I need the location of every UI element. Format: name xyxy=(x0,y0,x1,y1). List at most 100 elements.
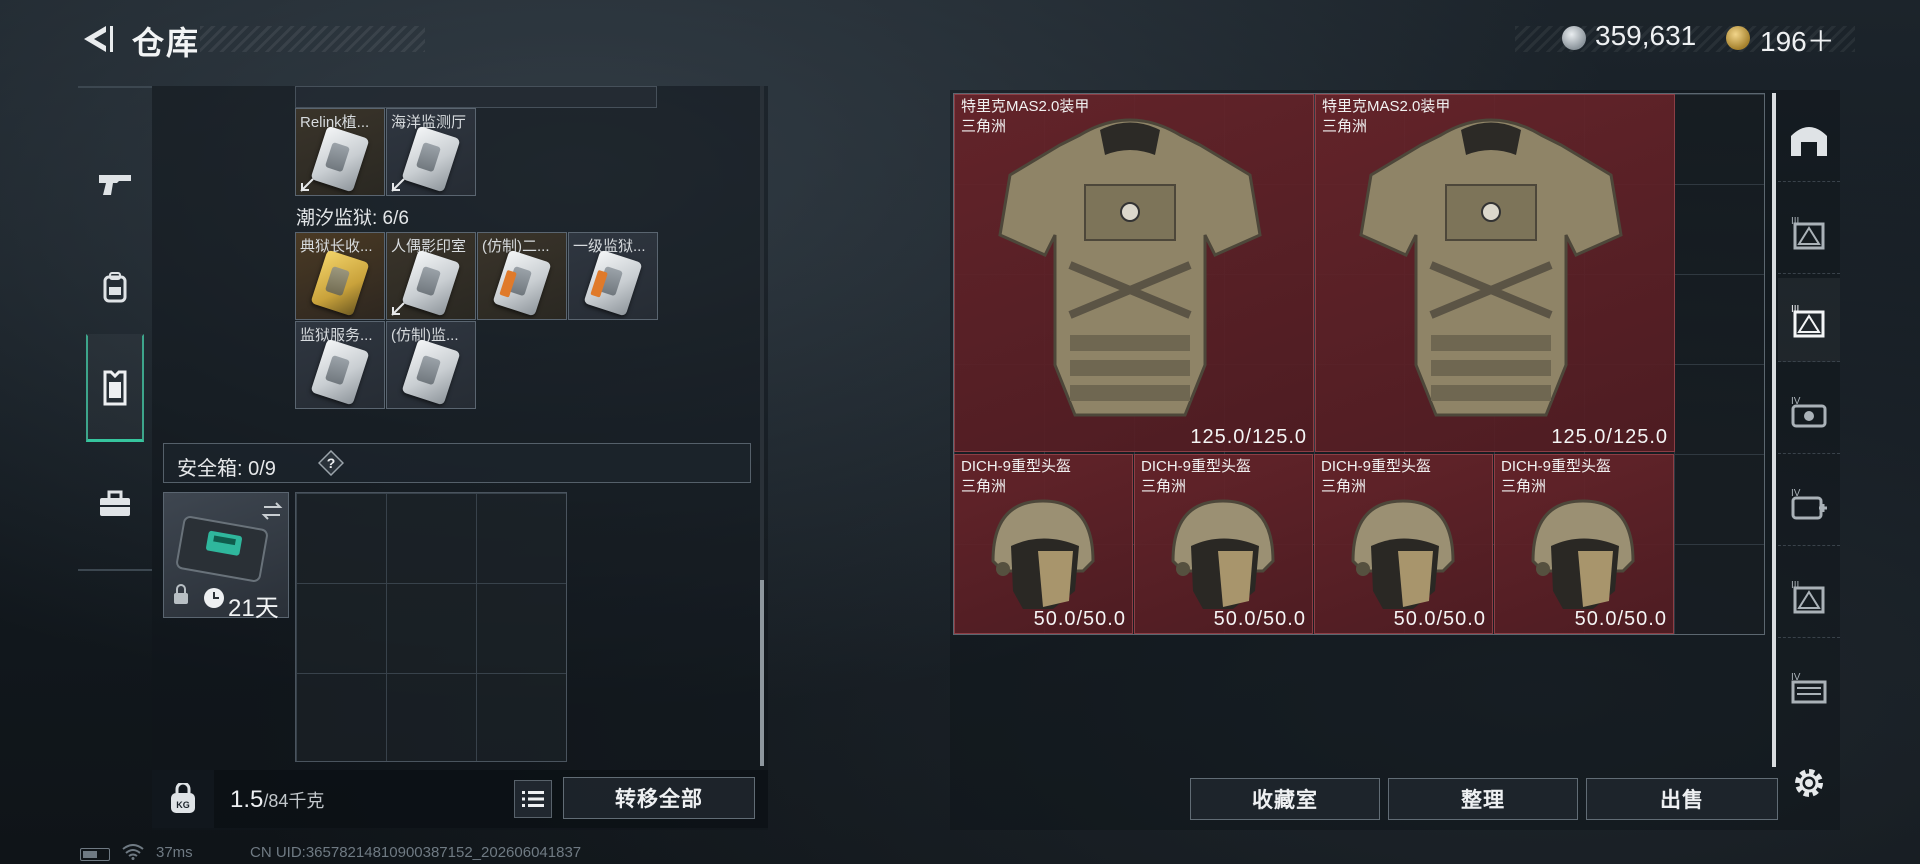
helmet-icon xyxy=(991,499,1095,609)
transfer-all-button[interactable]: 转移全部 xyxy=(563,777,755,819)
gold-currency-value[interactable]: 196＋ xyxy=(1760,20,1835,60)
body-armor-icon xyxy=(1359,118,1623,417)
uid-text: CN UID:3657821481090038715​2_20260604183… xyxy=(250,844,582,861)
safe-box-label: 安全箱: 0/9 xyxy=(177,458,276,480)
item-durability: 125.0/125.0 xyxy=(1190,426,1307,448)
helmet-item[interactable]: DICH-9重型头盔 三角洲 50.0/50.0 xyxy=(1494,454,1674,634)
bound-icon xyxy=(391,302,405,316)
item-name: DICH-9重型头盔 xyxy=(1141,458,1252,475)
armor-item[interactable]: 特里克MAS2.0装甲 三角洲 125.0/125.0 xyxy=(954,94,1314,452)
gold-coin-icon xyxy=(1726,26,1750,50)
item-durability: 50.0/50.0 xyxy=(1393,608,1486,630)
ping-readout: 37ms xyxy=(156,844,193,861)
keycard-image xyxy=(583,249,643,317)
helmet-item[interactable]: DICH-9重型头盔 三角洲 50.0/50.0 xyxy=(954,454,1133,634)
tab-container-3[interactable]: IV xyxy=(1778,370,1840,454)
back-arrow-icon[interactable] xyxy=(80,22,114,56)
keycard-label: (仿制)监... xyxy=(391,327,459,344)
tab-container-4[interactable]: IV xyxy=(1778,462,1840,546)
tab-safehouse[interactable] xyxy=(1778,98,1840,182)
silver-coin-icon xyxy=(1562,26,1586,50)
help-icon[interactable]: ? xyxy=(318,450,344,476)
bound-icon xyxy=(300,178,314,192)
previous-section-grid xyxy=(295,86,657,108)
tier-IV-medkit-icon: IV xyxy=(1791,488,1827,519)
keycard-image xyxy=(310,125,370,193)
sell-button[interactable]: 出售 xyxy=(1586,778,1778,820)
safehouse-icon xyxy=(1791,126,1827,156)
keycard-slot[interactable]: 一级监狱... xyxy=(568,232,658,320)
svg-text:KG: KG xyxy=(176,800,190,810)
weight-capacity: /84千克 xyxy=(263,791,325,811)
container-scroll-thumb[interactable] xyxy=(1772,93,1776,767)
item-durability: 50.0/50.0 xyxy=(1574,608,1667,630)
keycard-image xyxy=(492,249,552,317)
wifi-icon xyxy=(122,844,144,860)
keycard-label: 海洋监测厅 xyxy=(391,114,467,131)
item-durability: 125.0/125.0 xyxy=(1551,426,1668,448)
helmet-item[interactable]: DICH-9重型头盔 三角洲 50.0/50.0 xyxy=(1134,454,1313,634)
tier-III-active-container-icon: III xyxy=(1791,304,1825,337)
weight-current: 1.5 xyxy=(230,786,264,813)
safe-box-grid[interactable] xyxy=(295,492,567,762)
keycard-slot[interactable]: 监狱服务... xyxy=(295,321,385,409)
toolbox-icon xyxy=(100,490,130,516)
silver-currency-value: 359,631 xyxy=(1595,20,1697,51)
swap-icon xyxy=(261,502,283,520)
keycard-slot[interactable]: 人偶影印室 xyxy=(386,232,476,320)
tier-III-container-icon: III xyxy=(1791,216,1825,249)
body-armor-icon xyxy=(998,118,1262,417)
nav-weapons[interactable] xyxy=(78,130,152,238)
helmet-icon xyxy=(1531,499,1635,609)
keycard-image xyxy=(401,338,461,406)
armor-item[interactable]: 特里克MAS2.0装甲 三角洲 125.0/125.0 xyxy=(1315,94,1675,452)
nav-vest[interactable] xyxy=(86,334,144,442)
keycard-label: 人偶影印室 xyxy=(391,238,467,255)
gear-icon[interactable] xyxy=(1790,764,1828,802)
tab-container-2[interactable]: III xyxy=(1778,278,1840,362)
weight-icon-cell: KG xyxy=(152,770,214,828)
help-text: ? xyxy=(327,455,336,471)
page-title: 仓库 xyxy=(132,25,201,61)
helmet-icon xyxy=(1171,499,1275,609)
title-decoration xyxy=(200,26,425,52)
item-name: DICH-9重型头盔 xyxy=(961,458,1072,475)
list-view-button[interactable] xyxy=(514,780,552,818)
keycard-row-1: Relink植... 海洋监测厅 xyxy=(295,108,477,198)
nav-backpack[interactable] xyxy=(78,234,152,342)
keycard-slot[interactable]: (仿制)监... xyxy=(386,321,476,409)
keycard-image xyxy=(401,125,461,193)
keycard-label: 一级监狱... xyxy=(573,238,646,255)
keycard-image xyxy=(310,338,370,406)
sort-button[interactable]: 整理 xyxy=(1388,778,1578,820)
nav-toolbox[interactable] xyxy=(78,450,152,558)
keycard-label: (仿制)二... xyxy=(482,238,550,255)
item-durability: 50.0/50.0 xyxy=(1213,608,1306,630)
tab-container-1[interactable]: III xyxy=(1778,190,1840,274)
keycard-label: 典狱长收... xyxy=(300,238,373,255)
keycard-slot[interactable]: Relink植... xyxy=(295,108,385,196)
vest-icon xyxy=(103,370,127,405)
kettlebell-icon: KG xyxy=(171,783,195,813)
bound-icon xyxy=(391,178,405,192)
container-tabs: III III IV IV III IV xyxy=(1778,90,1840,770)
collection-room-button[interactable]: 收藏室 xyxy=(1190,778,1380,820)
keycard-slot[interactable]: 海洋监测厅 xyxy=(386,108,476,196)
category-nav xyxy=(78,86,152,571)
tier-III-box-icon: III xyxy=(1791,580,1825,613)
keycard-slot[interactable]: 典狱长收... xyxy=(295,232,385,320)
keycard-label: 监狱服务... xyxy=(300,327,373,344)
tab-container-6[interactable]: IV xyxy=(1778,646,1840,730)
backpack-icon xyxy=(103,272,127,303)
warehouse-scroll-thumb[interactable] xyxy=(760,580,764,766)
weight-readout: 1.5/84千克 xyxy=(230,786,324,814)
keycard-image xyxy=(310,249,370,317)
tier-IV-case-icon: IV xyxy=(1791,396,1827,427)
keycard-image xyxy=(401,249,461,317)
keycard-slot[interactable]: (仿制)二... xyxy=(477,232,567,320)
item-name: DICH-9重型头盔 xyxy=(1501,458,1612,475)
helmet-item[interactable]: DICH-9重型头盔 三角洲 50.0/50.0 xyxy=(1314,454,1493,634)
prison-keycard-grid: 典狱长收... 人偶影印室 (仿制)二... 一级监狱... 监狱服务... (… xyxy=(295,232,658,412)
keycard-label: Relink植... xyxy=(300,114,370,131)
tab-container-5[interactable]: III xyxy=(1778,554,1840,638)
